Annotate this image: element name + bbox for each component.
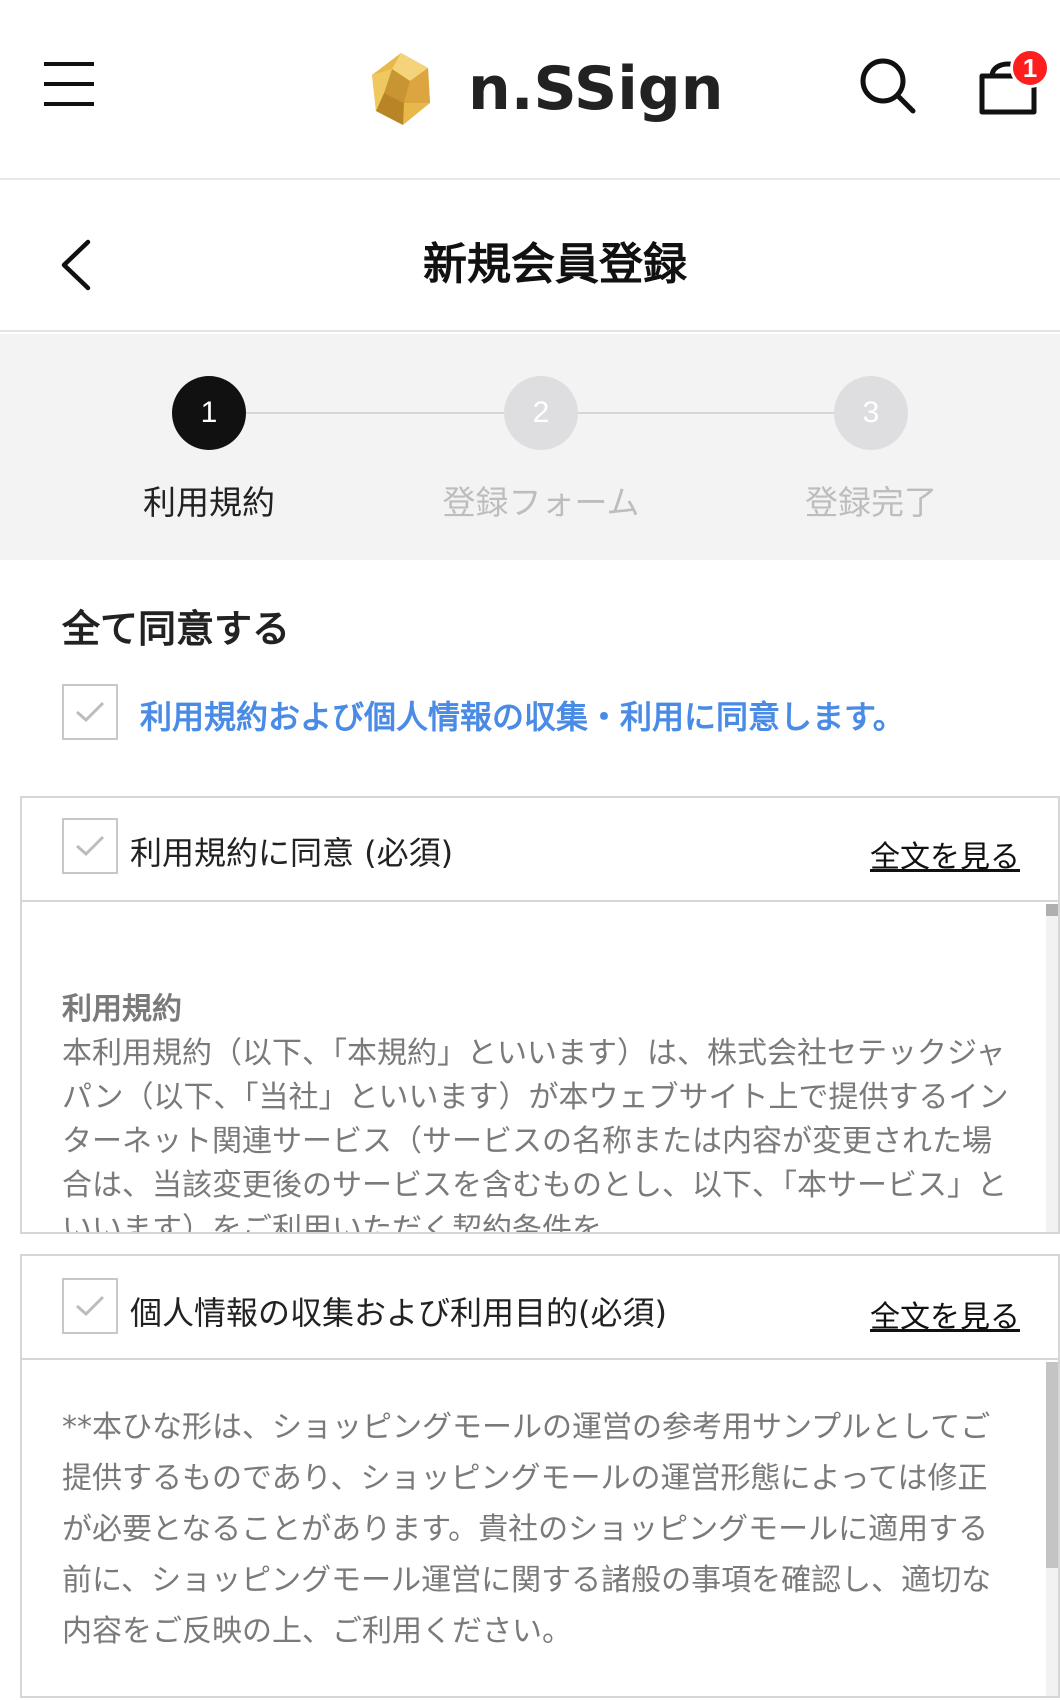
step-connector [578, 412, 836, 414]
checkmark-icon [76, 701, 105, 723]
step-circle-1: 1 [172, 376, 246, 450]
privacy-policy-view-all-link[interactable]: 全文を見る [870, 1292, 1020, 1336]
privacy-policy-box: 個人情報の収集および利用目的(必須) 全文を見る **本ひな形は、ショッピングモ… [20, 1254, 1060, 1698]
page-title: 新規会員登録 [423, 239, 687, 290]
hamburger-menu-icon[interactable] [44, 58, 96, 110]
terms-of-use-content-text: 本利用規約（以下、「本規約」といいます）は、株式会社セテックジャパン（以下、「当… [62, 1036, 1009, 1232]
privacy-policy-checkbox[interactable] [62, 1278, 118, 1334]
checkmark-icon [76, 1295, 105, 1317]
hexagon-logo-icon [372, 53, 430, 125]
checkmark-icon [76, 835, 105, 857]
privacy-policy-content-text: **本ひな形は、ショッピングモールの運営の参考用サンプルとしてご提供するものであ… [62, 1410, 992, 1649]
terms-of-use-header: 利用規約に同意 (必須) 全文を見る [22, 798, 1058, 902]
step-label-2: 登録フォーム [442, 483, 640, 522]
privacy-policy-content[interactable]: **本ひな形は、ショッピングモールの運営の参考用サンプルとしてご提供するものであ… [22, 1362, 1058, 1696]
brand-name: n.SSign [468, 54, 724, 124]
privacy-policy-scrollbar-thumb[interactable] [1046, 1362, 1058, 1568]
privacy-policy-label[interactable]: 個人情報の収集および利用目的(必須) [130, 1288, 667, 1334]
step-circle-2: 2 [504, 376, 578, 450]
step-connector [246, 412, 504, 414]
terms-of-use-label[interactable]: 利用規約に同意 (必須) [130, 828, 453, 874]
terms-of-use-content[interactable]: 利用規約 本利用規約（以下、「本規約」といいます）は、株式会社セテックジャパン（… [22, 904, 1058, 1232]
step-circle-3: 3 [834, 376, 908, 450]
step-label-1: 利用規約 [143, 483, 275, 522]
step-number: 3 [862, 396, 880, 429]
agree-all-label[interactable]: 利用規約および個人情報の収集・利用に同意します。 [140, 692, 905, 738]
step-label-3: 登録完了 [805, 483, 937, 522]
agree-all-checkbox[interactable] [62, 684, 118, 740]
terms-of-use-checkbox[interactable] [62, 818, 118, 874]
step-number: 2 [532, 396, 550, 429]
step-number: 1 [200, 396, 218, 429]
agree-all-heading: 全て同意する [62, 607, 291, 651]
brand-logo[interactable]: n.SSign [370, 44, 723, 134]
cart-count-badge: 1 [1010, 48, 1050, 88]
terms-of-use-content-title: 利用規約 [62, 992, 182, 1027]
terms-of-use-box: 利用規約に同意 (必須) 全文を見る 利用規約 本利用規約（以下、「本規約」とい… [20, 796, 1060, 1234]
search-icon[interactable] [858, 56, 918, 116]
app-header: n.SSign 1 [0, 0, 1060, 180]
privacy-policy-header: 個人情報の収集および利用目的(必須) 全文を見る [22, 1256, 1058, 1360]
terms-of-use-scrollbar[interactable] [1046, 904, 1058, 1232]
terms-of-use-view-all-link[interactable]: 全文を見る [870, 832, 1020, 876]
terms-of-use-scrollbar-thumb[interactable] [1046, 904, 1058, 916]
